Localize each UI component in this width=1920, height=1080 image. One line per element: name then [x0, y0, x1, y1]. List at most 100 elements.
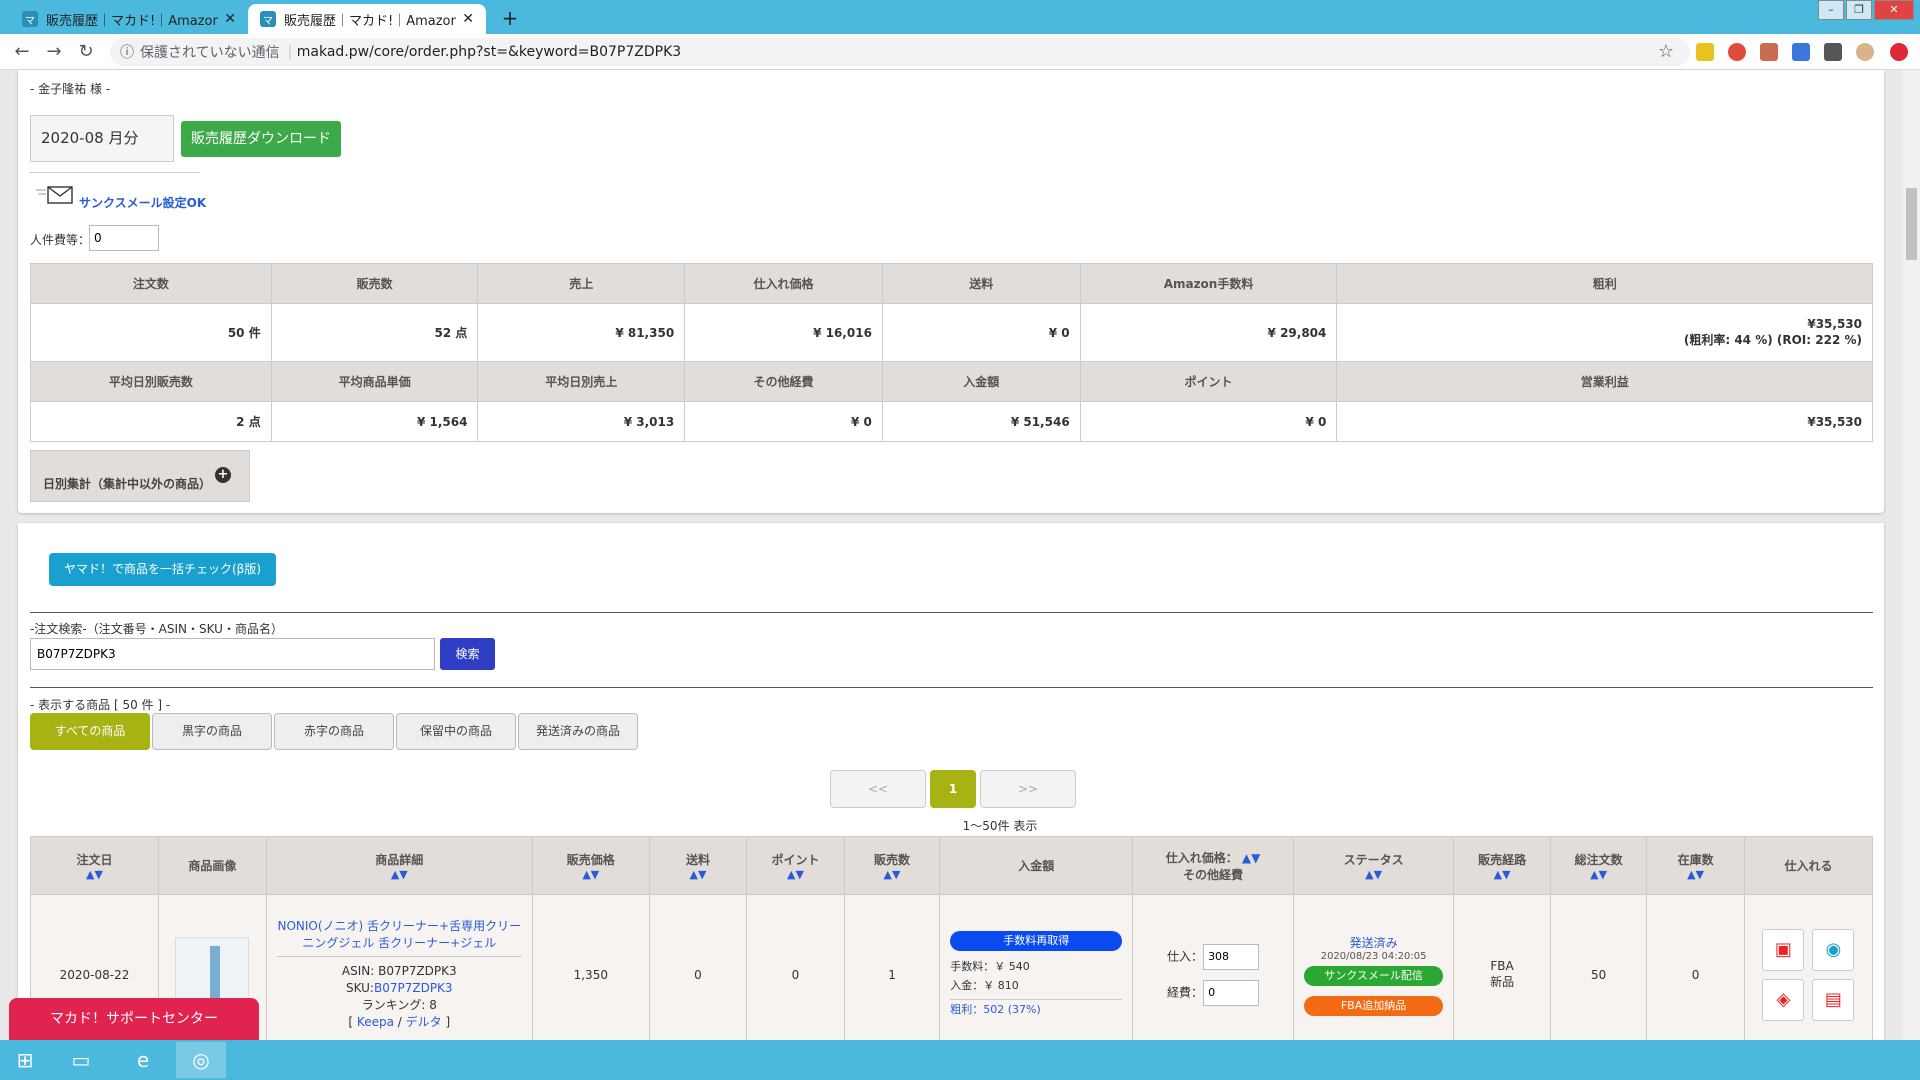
- filter-profit[interactable]: 黒字の商品: [152, 713, 272, 750]
- filter-loss[interactable]: 赤字の商品: [274, 713, 394, 750]
- order-search-input[interactable]: [30, 638, 435, 670]
- fee-refetch-button[interactable]: 手数料再取得: [950, 930, 1123, 951]
- extension-icon[interactable]: [1696, 43, 1714, 61]
- box-icon[interactable]: ▣: [1762, 928, 1805, 971]
- qty: 1: [843, 894, 941, 1055]
- makad-icon[interactable]: ◉: [1812, 928, 1855, 971]
- rakuten-icon[interactable]: ▤: [1812, 978, 1855, 1021]
- sort-arrows-icon[interactable]: ▲▼: [267, 868, 532, 881]
- summary-header: 販売数: [270, 263, 479, 304]
- insecure-label: 保護されていない通信: [140, 45, 280, 61]
- prev-page-button[interactable]: <<: [830, 770, 926, 808]
- summary-value: ¥ 0: [684, 401, 883, 442]
- daily-summary-toggle[interactable]: 日別集計（集計中以外の商品） +: [30, 450, 250, 502]
- update-icon[interactable]: [1890, 43, 1908, 61]
- browser-tab-1[interactable]: マ 販売履歴｜マカド!｜Amazon総合 ✕: [10, 4, 248, 34]
- info-icon[interactable]: ⓘ: [120, 42, 134, 62]
- chrome-icon[interactable]: ◎: [176, 1042, 226, 1078]
- download-history-button[interactable]: 販売履歴ダウンロード: [181, 121, 341, 157]
- close-tab-icon[interactable]: ✕: [462, 11, 474, 27]
- sort-arrows-icon[interactable]: ▲▼: [1242, 851, 1260, 865]
- channel-cell: FBA 新品: [1453, 894, 1551, 1055]
- sort-arrows-icon[interactable]: ▲▼: [1294, 868, 1454, 881]
- summary-value: ¥ 0: [881, 303, 1081, 362]
- forward-icon[interactable]: →: [42, 40, 66, 64]
- scroll-thumb[interactable]: [1906, 188, 1917, 260]
- summary-header: 営業利益: [1336, 361, 1873, 402]
- summary-header: 平均日別売上: [477, 361, 686, 402]
- reload-icon[interactable]: ↻: [74, 40, 98, 64]
- summary-header: 入金額: [881, 361, 1081, 402]
- filter-pending[interactable]: 保留中の商品: [396, 713, 516, 750]
- personnel-cost-label: 人件費等：: [30, 233, 91, 247]
- next-page-button[interactable]: >>: [980, 770, 1076, 808]
- summary-header: Amazon手数料: [1079, 263, 1338, 304]
- sort-arrows-icon[interactable]: ▲▼: [1551, 868, 1647, 881]
- search-button[interactable]: 検索: [440, 638, 495, 670]
- current-page-button[interactable]: 1: [930, 770, 976, 808]
- filter-shipped[interactable]: 発送済みの商品: [518, 713, 638, 750]
- summary-value: ¥ 81,350: [477, 303, 686, 362]
- plus-circle-icon[interactable]: +: [215, 467, 231, 483]
- file-explorer-icon[interactable]: ▭: [56, 1042, 106, 1078]
- windows-start-icon[interactable]: ⊞: [0, 1042, 50, 1078]
- page-scrollbar[interactable]: [1903, 70, 1920, 1040]
- sort-arrows-icon[interactable]: ▲▼: [31, 868, 158, 881]
- summary-value: 52 点: [270, 303, 479, 362]
- thanks-mail-link[interactable]: サンクスメール設定OK: [79, 194, 206, 211]
- delta-link[interactable]: デルタ: [406, 1015, 442, 1029]
- keepa-link[interactable]: Keepa: [357, 1015, 394, 1029]
- translate-icon[interactable]: [1792, 43, 1810, 61]
- sort-arrows-icon[interactable]: ▲▼: [650, 868, 747, 881]
- product-name-link[interactable]: NONIO(ノニオ) 舌クリーナー+舌専用クリーニングジェル 舌クリーナー+ジェ…: [276, 918, 522, 957]
- filter-all[interactable]: すべての商品: [30, 713, 150, 750]
- personnel-cost-input[interactable]: [89, 225, 159, 251]
- extension-icon[interactable]: [1728, 43, 1746, 61]
- summary-value: ¥ 51,546: [881, 401, 1081, 442]
- sort-arrows-icon[interactable]: ▲▼: [1454, 868, 1550, 881]
- restore-icon[interactable]: ❐: [1846, 0, 1872, 20]
- summary-value: ¥35,530: [1336, 401, 1873, 442]
- sort-arrows-icon[interactable]: ▲▼: [747, 868, 844, 881]
- sort-arrows-icon[interactable]: ▲▼: [533, 868, 649, 881]
- internet-explorer-icon[interactable]: e: [118, 1042, 168, 1078]
- sort-arrows-icon[interactable]: ▲▼: [1647, 868, 1744, 881]
- summary-header: 注文数: [30, 263, 272, 304]
- puzzle-icon[interactable]: [1824, 43, 1842, 61]
- month-selector[interactable]: 2020-08 月分: [30, 115, 174, 162]
- tab-title: 販売履歴｜マカド!｜Amazon総合: [46, 13, 219, 29]
- col-shipping: 送料 ▲▼: [648, 836, 748, 895]
- bookmark-star-icon[interactable]: ☆: [1654, 40, 1678, 64]
- purchase-price-input[interactable]: [1203, 943, 1260, 970]
- extension-icon[interactable]: [1760, 43, 1778, 61]
- summary-value: 50 件: [30, 303, 272, 362]
- col-qty: 販売数 ▲▼: [843, 836, 941, 895]
- back-icon[interactable]: ←: [10, 40, 34, 64]
- minimize-icon[interactable]: –: [1818, 0, 1844, 20]
- makad-favicon-icon: マ: [260, 11, 276, 27]
- daily-summary-label: 日別集計（集計中以外の商品）: [43, 477, 212, 491]
- sku-link[interactable]: B07P7ZDPK3: [374, 981, 453, 995]
- bulk-check-button[interactable]: ヤマド！で商品を一括チェック(β版): [49, 553, 276, 586]
- sort-arrows-icon[interactable]: ▲▼: [845, 868, 940, 881]
- fba-restock-button[interactable]: FBA追加納品: [1303, 995, 1444, 1016]
- summary-value: ¥ 29,804: [1079, 303, 1338, 362]
- support-center-button[interactable]: マカド！サポートセンター: [9, 998, 259, 1040]
- address-bar[interactable]: ⓘ 保護されていない通信 | makad.pw/core/order.php?s…: [110, 38, 1690, 66]
- close-window-icon[interactable]: ✕: [1874, 0, 1914, 20]
- expense-input[interactable]: [1203, 979, 1260, 1006]
- avatar-icon[interactable]: [1856, 43, 1874, 61]
- close-tab-icon[interactable]: ✕: [224, 11, 236, 27]
- col-status: ステータス ▲▼: [1292, 836, 1455, 895]
- thanks-mail-button[interactable]: サンクスメール配信: [1303, 965, 1444, 986]
- status-link[interactable]: 発送済み: [1294, 934, 1454, 951]
- summary-header: その他経費: [684, 361, 883, 402]
- new-tab-icon[interactable]: +: [496, 4, 524, 32]
- browser-tab-2[interactable]: マ 販売履歴｜マカド!｜Amazon総合 ✕: [248, 4, 486, 34]
- filter-tabs: すべての商品 黒字の商品 赤字の商品 保留中の商品 発送済みの商品: [30, 713, 638, 750]
- status-cell: 発送済み 2020/08/23 04:20:05 サンクスメール配信 FBA追加…: [1292, 894, 1455, 1055]
- table-row: 2020-08-22 NONIO(ノニオ) 舌クリーナー+舌専用クリーニングジェ…: [30, 894, 1874, 1055]
- shop-icon[interactable]: ◈: [1762, 978, 1805, 1021]
- summary-header: 売上: [477, 263, 686, 304]
- browser-tab-bar: マ 販売履歴｜マカド!｜Amazon総合 ✕ マ 販売履歴｜マカド!｜Amazo…: [0, 0, 1920, 34]
